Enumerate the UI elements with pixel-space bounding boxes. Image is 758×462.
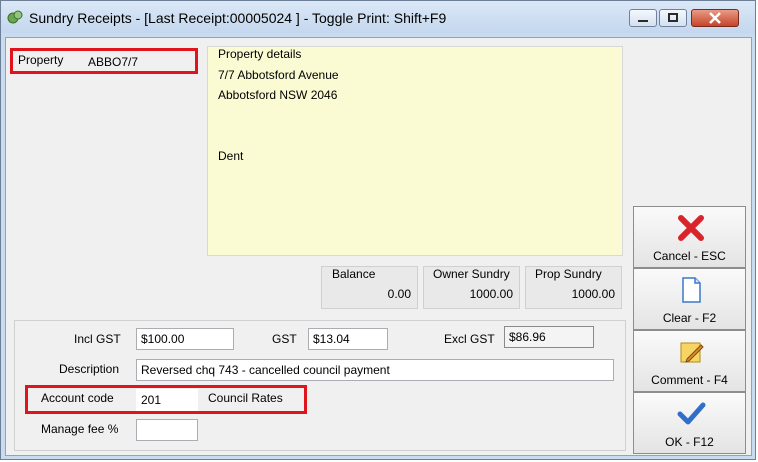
maximize-icon	[668, 13, 678, 22]
property-details-panel: Property details 7/7 Abbotsford Avenue A…	[207, 46, 623, 256]
minimize-button[interactable]	[629, 9, 657, 27]
ok-button-label: OK - F12	[665, 435, 714, 449]
balance-label: Balance	[332, 267, 376, 281]
property-owner-name: Dent	[218, 149, 244, 163]
property-details-legend: Property details	[218, 47, 302, 61]
minimize-icon	[638, 20, 648, 22]
maximize-button[interactable]	[659, 9, 687, 27]
ok-button[interactable]: OK - F12	[633, 392, 746, 454]
balance-value: 0.00	[387, 287, 411, 301]
title-bar[interactable]: Sundry Receipts - [Last Receipt:00005024…	[1, 1, 755, 33]
checkmark-icon	[677, 402, 706, 425]
cancel-button[interactable]: Cancel - ESC	[633, 206, 746, 268]
window-title: Sundry Receipts - [Last Receipt:00005024…	[29, 10, 447, 26]
excl-gst-field: $86.96	[504, 326, 594, 348]
cancel-x-icon	[678, 215, 704, 241]
excl-gst-label: Excl GST	[444, 332, 495, 346]
owner-sundry-value: 1000.00	[469, 287, 513, 301]
property-label: Property	[18, 53, 64, 67]
app-icon	[7, 10, 23, 24]
close-icon	[709, 12, 721, 24]
owner-sundry-label: Owner Sundry	[433, 267, 510, 281]
prop-sundry-label: Prop Sundry	[535, 267, 602, 281]
description-field[interactable]: Reversed chq 743 - cancelled council pay…	[136, 359, 614, 381]
incl-gst-field[interactable]: $100.00	[136, 328, 234, 350]
cancel-button-label: Cancel - ESC	[653, 249, 726, 263]
description-label: Description	[59, 362, 120, 376]
clear-button-label: Clear - F2	[662, 311, 717, 325]
property-address-line2: Abbotsford NSW 2046	[218, 88, 338, 102]
blank-page-icon	[682, 277, 701, 303]
clear-button[interactable]: Clear - F2	[633, 268, 746, 330]
owner-sundry-box: Owner Sundry 1000.00	[423, 266, 520, 309]
manage-fee-label: Manage fee %	[41, 422, 119, 436]
account-code-label: Account code	[41, 391, 114, 405]
prop-sundry-box: Prop Sundry 1000.00	[525, 266, 622, 309]
note-pencil-icon	[680, 342, 704, 363]
comment-button-label: Comment - F4	[651, 373, 728, 387]
property-address-line1: 7/7 Abbotsford Avenue	[218, 68, 339, 82]
manage-fee-field[interactable]	[136, 419, 198, 441]
balance-box: Balance 0.00	[321, 266, 418, 309]
gst-field[interactable]: $13.04	[308, 328, 388, 350]
incl-gst-label: Incl GST	[74, 332, 121, 346]
comment-button[interactable]: Comment - F4	[633, 330, 746, 392]
gst-label: GST	[272, 332, 297, 346]
prop-sundry-value: 1000.00	[571, 287, 615, 301]
client-area: Property ABBO7/7 Property details 7/7 Ab…	[5, 37, 752, 456]
sundry-receipts-window: Sundry Receipts - [Last Receipt:00005024…	[0, 0, 756, 460]
close-button[interactable]	[691, 9, 739, 27]
property-code[interactable]: ABBO7/7	[88, 55, 138, 69]
account-name: Council Rates	[208, 391, 283, 405]
account-code-field[interactable]: 201	[136, 389, 198, 411]
